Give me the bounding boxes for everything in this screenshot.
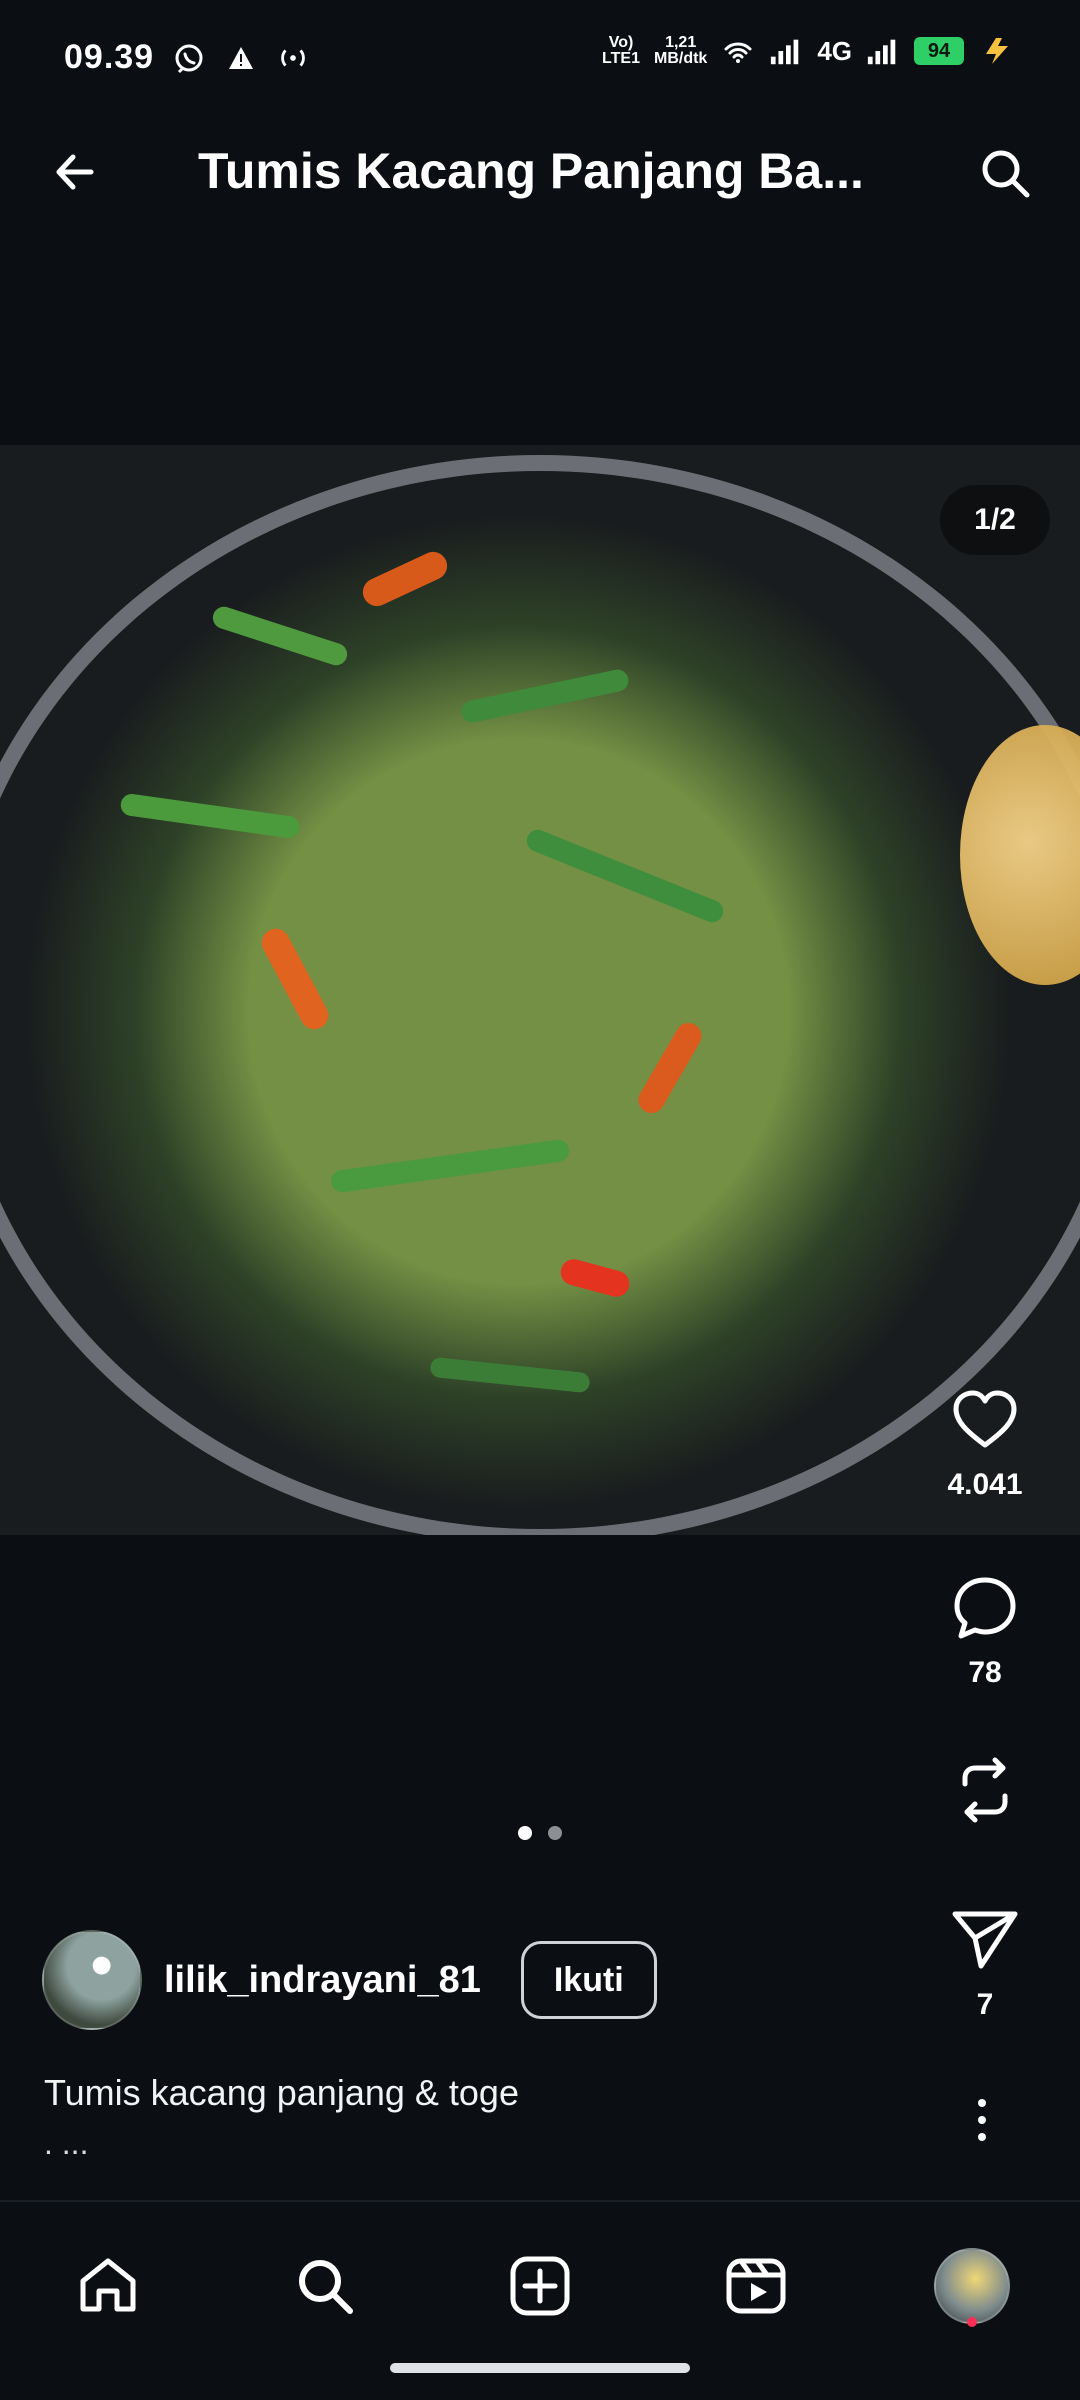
nav-home[interactable] <box>58 2236 158 2336</box>
signal-icon-secondary <box>866 34 900 68</box>
like-action[interactable]: 4.041 <box>910 1380 1060 1502</box>
page-title: Tumis Kacang Panjang Ba... <box>198 143 864 199</box>
speed-top: 1,21 <box>665 34 697 51</box>
author-username[interactable]: lilik_indrayani_81 <box>164 1959 481 2002</box>
more-options-button[interactable] <box>952 2090 1012 2150</box>
nav-create[interactable] <box>490 2236 590 2336</box>
status-time: 09.39 <box>64 38 155 76</box>
post-author: lilik_indrayani_81 Ikuti <box>42 1930 657 2030</box>
like-count: 4.041 <box>947 1468 1023 1501</box>
follow-button[interactable]: Ikuti <box>520 1941 657 2019</box>
top-bar: Tumis Kacang Panjang Ba... <box>0 92 1080 252</box>
post-media[interactable]: 1/2 <box>0 445 1080 1535</box>
search-button[interactable] <box>968 136 1044 212</box>
comment-icon <box>945 1568 1025 1648</box>
carousel-dot <box>548 1826 562 1840</box>
notification-dot <box>967 2317 977 2327</box>
nav-reels[interactable] <box>706 2236 806 2336</box>
volte-top: Vo) <box>608 34 634 51</box>
data-speed: 1,21 MB/dtk <box>654 35 707 67</box>
network-type: 4G <box>817 35 852 66</box>
home-indicator <box>390 2363 690 2373</box>
profile-avatar <box>934 2248 1010 2324</box>
share-count: 7 <box>976 1988 994 2021</box>
charging-icon <box>978 36 1016 66</box>
caption-more[interactable]: . ... <box>44 2125 88 2162</box>
whatsapp-icon <box>172 41 206 75</box>
author-avatar[interactable] <box>42 1930 142 2030</box>
paper-plane-icon <box>945 1900 1025 1980</box>
arrow-left-icon <box>56 154 94 190</box>
comment-count: 78 <box>968 1656 1002 1689</box>
plus-square-icon <box>510 2256 570 2316</box>
status-left: 09.39 <box>64 38 310 77</box>
post-caption: Tumis kacang panjang & toge <box>44 2072 519 2113</box>
more-vertical-icon <box>978 2099 986 2141</box>
home-icon <box>80 2258 136 2312</box>
carousel-dot-active <box>518 1826 532 1840</box>
battery-level: 94 <box>914 37 964 65</box>
status-bar: 09.39 Vo) LTE1 1,21 MB/dtk 4G 94 <box>0 0 1080 92</box>
volte-bottom: LTE1 <box>602 50 640 67</box>
search-icon <box>299 2260 353 2314</box>
back-button[interactable] <box>40 136 112 208</box>
carousel-indicator <box>0 1826 1080 1840</box>
warning-icon <box>224 41 258 75</box>
repost-icon <box>945 1750 1025 1830</box>
heart-icon <box>945 1380 1025 1460</box>
repost-action[interactable] <box>910 1750 1060 1830</box>
search-icon <box>982 150 1030 198</box>
media-counter: 1/2 <box>940 485 1050 555</box>
nav-search[interactable] <box>275 2236 375 2336</box>
comment-action[interactable]: 78 <box>910 1568 1060 1690</box>
speed-bottom: MB/dtk <box>653 50 708 67</box>
share-action[interactable]: 7 <box>910 1900 1060 2022</box>
status-right: Vo) LTE1 1,21 MB/dtk 4G 94 <box>602 34 1016 68</box>
hotspot-icon <box>276 41 310 75</box>
signal-icon <box>769 34 803 68</box>
volte-indicator: Vo) LTE1 <box>602 35 640 67</box>
reels-icon <box>726 2258 786 2314</box>
wifi-icon <box>721 34 755 68</box>
